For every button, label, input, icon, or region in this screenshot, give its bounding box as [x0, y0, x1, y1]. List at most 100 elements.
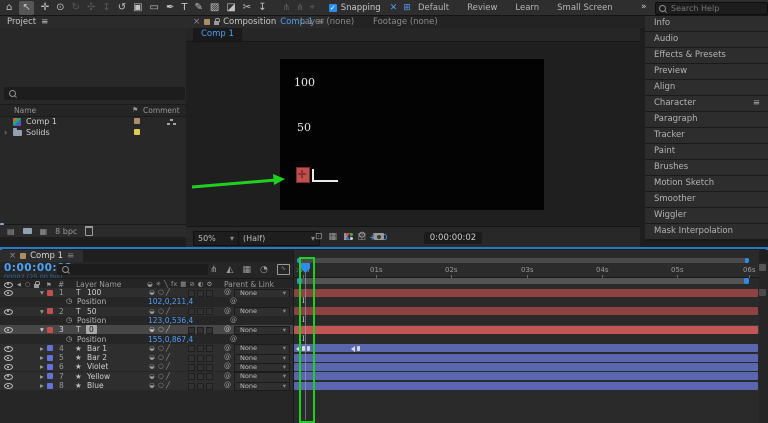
expander-icon[interactable]: ▾	[40, 325, 44, 334]
layer-row-3-selected[interactable]: ▾ 3 T 0 ◒ ○ ╱ @ None ▾	[0, 325, 293, 336]
pickwhip-icon[interactable]: @	[224, 372, 231, 381]
expander-icon[interactable]: ›	[4, 127, 7, 138]
expander-icon[interactable]: ▸	[40, 344, 44, 353]
panel-tab-effects-presets[interactable]: Effects & Presets	[645, 48, 768, 63]
layer-name-edit-field[interactable]: 0	[86, 325, 97, 335]
eye-icon[interactable]	[4, 355, 13, 362]
clone-stamp-tool-icon[interactable]: ▨	[210, 1, 219, 15]
layer-name[interactable]: Blue	[87, 381, 104, 390]
switch-cell[interactable]	[206, 345, 213, 353]
effects-icon[interactable]: ○	[158, 288, 164, 297]
label-chip[interactable]	[47, 308, 53, 315]
panel-tab-character[interactable]: Character ≡	[645, 96, 768, 111]
panel-tab-smoother[interactable]: Smoother	[645, 192, 768, 207]
frame-blending-icon[interactable]: ▦	[242, 265, 251, 275]
switch-cell[interactable]	[206, 289, 213, 297]
panel-tab-tracker[interactable]: Tracker	[645, 128, 768, 143]
layer-bar-violet[interactable]	[294, 362, 758, 371]
switch-cell[interactable]	[188, 326, 195, 334]
layer-name[interactable]: 100	[87, 288, 101, 297]
panel-tab-info[interactable]: Info	[645, 16, 768, 31]
pickwhip-icon[interactable]: @	[224, 288, 231, 297]
layer-bar-bar2[interactable]	[294, 353, 758, 362]
project-item-solids[interactable]: › Solids	[0, 127, 186, 138]
switch-cell[interactable]	[188, 373, 195, 381]
selection-tool-icon[interactable]: ↖	[19, 0, 34, 15]
panel-tab-audio[interactable]: Audio	[645, 32, 768, 47]
label-chip[interactable]	[134, 118, 140, 124]
panel-tab-align[interactable]: Align	[645, 80, 768, 95]
camera-tool-icon[interactable]: ▣	[133, 1, 142, 15]
switch-cell[interactable]	[206, 382, 213, 390]
switch-cell[interactable]	[197, 308, 204, 316]
pen-tool-icon[interactable]: ✒	[166, 1, 174, 15]
pickwhip-icon[interactable]: @	[224, 307, 231, 316]
switch-cell[interactable]	[197, 345, 204, 353]
color-depth-button[interactable]: 8 bpc	[55, 227, 77, 236]
home-icon[interactable]: ⌂	[6, 1, 12, 15]
column-comment[interactable]: Comment	[143, 105, 180, 116]
effects-icon[interactable]: ○	[158, 381, 164, 390]
effects-icon[interactable]: ○	[158, 362, 164, 371]
hand-tool-icon[interactable]: ✛	[41, 1, 49, 15]
switch-cell[interactable]	[197, 363, 204, 371]
selected-text-layer-marker[interactable]	[296, 167, 310, 183]
position-value[interactable]: 155,0,867,4	[148, 335, 193, 344]
snapping-checkbox[interactable]: ✓	[328, 3, 337, 12]
layer-name[interactable]: Bar 2	[87, 353, 107, 362]
layer-bar-0-selected[interactable]	[294, 325, 758, 334]
hold-keyframe-icon[interactable]	[296, 345, 300, 352]
adjustment-switch-icon[interactable]: ◐	[198, 280, 204, 288]
switch-cell[interactable]	[188, 345, 195, 353]
quality-icon[interactable]: ╱	[166, 353, 170, 362]
world-axis-mode-icon[interactable]: ⋔	[296, 3, 304, 13]
layer-name[interactable]: 50	[87, 307, 97, 316]
zoom-tool-icon[interactable]: ⊙	[56, 1, 64, 15]
keyframe-group[interactable]	[351, 345, 360, 353]
switch-cell[interactable]	[188, 354, 195, 362]
channel-icon[interactable]	[346, 233, 349, 236]
timeline-tab-comp1[interactable]: × Comp 1 ≡	[0, 250, 84, 262]
switch-cell[interactable]	[197, 382, 204, 390]
panel-tab-wiggler[interactable]: Wiggler	[645, 208, 768, 223]
draft-3d-icon[interactable]: ◭	[227, 265, 234, 275]
lock-column-icon[interactable]	[34, 280, 41, 288]
property-label[interactable]: Position	[77, 335, 106, 344]
eraser-tool-icon[interactable]: ◪	[226, 1, 235, 15]
switch-cell[interactable]	[206, 308, 213, 316]
close-icon[interactable]: ×	[193, 17, 200, 27]
label-chip[interactable]	[47, 289, 53, 296]
layer-row-7[interactable]: ▸ 7 ★ Yellow ◒ ○ ╱ @ None ▾	[0, 371, 293, 382]
expander-icon[interactable]: ▾	[40, 288, 44, 297]
workspace-small-screen[interactable]: Small Screen	[557, 3, 613, 13]
switch-cell[interactable]	[188, 289, 195, 297]
tab-project[interactable]: Project ≡	[0, 16, 193, 28]
parent-dropdown[interactable]: None ▾	[234, 381, 290, 391]
quality-icon[interactable]: ╱	[166, 372, 170, 381]
snap-option-icon[interactable]: ✕	[390, 3, 398, 13]
interpret-footage-icon[interactable]: ▤	[7, 227, 15, 236]
label-chip[interactable]	[47, 326, 53, 333]
shy-switch-icon[interactable]: ◒	[147, 280, 153, 288]
expander-icon[interactable]: ▾	[40, 307, 44, 316]
quality-icon[interactable]: ╱	[166, 362, 170, 371]
motion-blur-switch-icon[interactable]: ⊘	[189, 280, 194, 288]
dolly-camera-tool-icon[interactable]: ↕	[102, 1, 110, 15]
mini-flowchart-icon[interactable]: ⋔	[210, 265, 218, 275]
switch-cell[interactable]	[197, 373, 204, 381]
eye-icon[interactable]	[4, 373, 13, 380]
roto-brush-tool-icon[interactable]: ✂	[243, 1, 251, 15]
snapshot-camera-icon[interactable]	[374, 233, 384, 240]
switch-cell[interactable]	[197, 289, 204, 297]
project-search-box[interactable]	[4, 87, 185, 100]
label-chip[interactable]	[47, 354, 53, 361]
layer-bar-blue[interactable]	[294, 381, 758, 390]
collapse-switch-icon[interactable]: ✳	[156, 280, 161, 288]
position-value[interactable]: 102,0,211,4	[148, 297, 193, 306]
workspace-review[interactable]: Review	[467, 3, 497, 13]
magnification-dropdown[interactable]: 50% ▾	[193, 231, 239, 246]
layer-row-2[interactable]: ▾ 2 T 50 ◒ ○ ╱ @ None ▾	[0, 306, 293, 317]
exposure-gear-icon[interactable]: ⚙	[358, 231, 366, 241]
motion-blur-icon[interactable]: ◔	[260, 265, 268, 275]
layer-row-6[interactable]: ▸ 6 ★ Violet ◒ ○ ╱ @ None ▾	[0, 362, 293, 373]
